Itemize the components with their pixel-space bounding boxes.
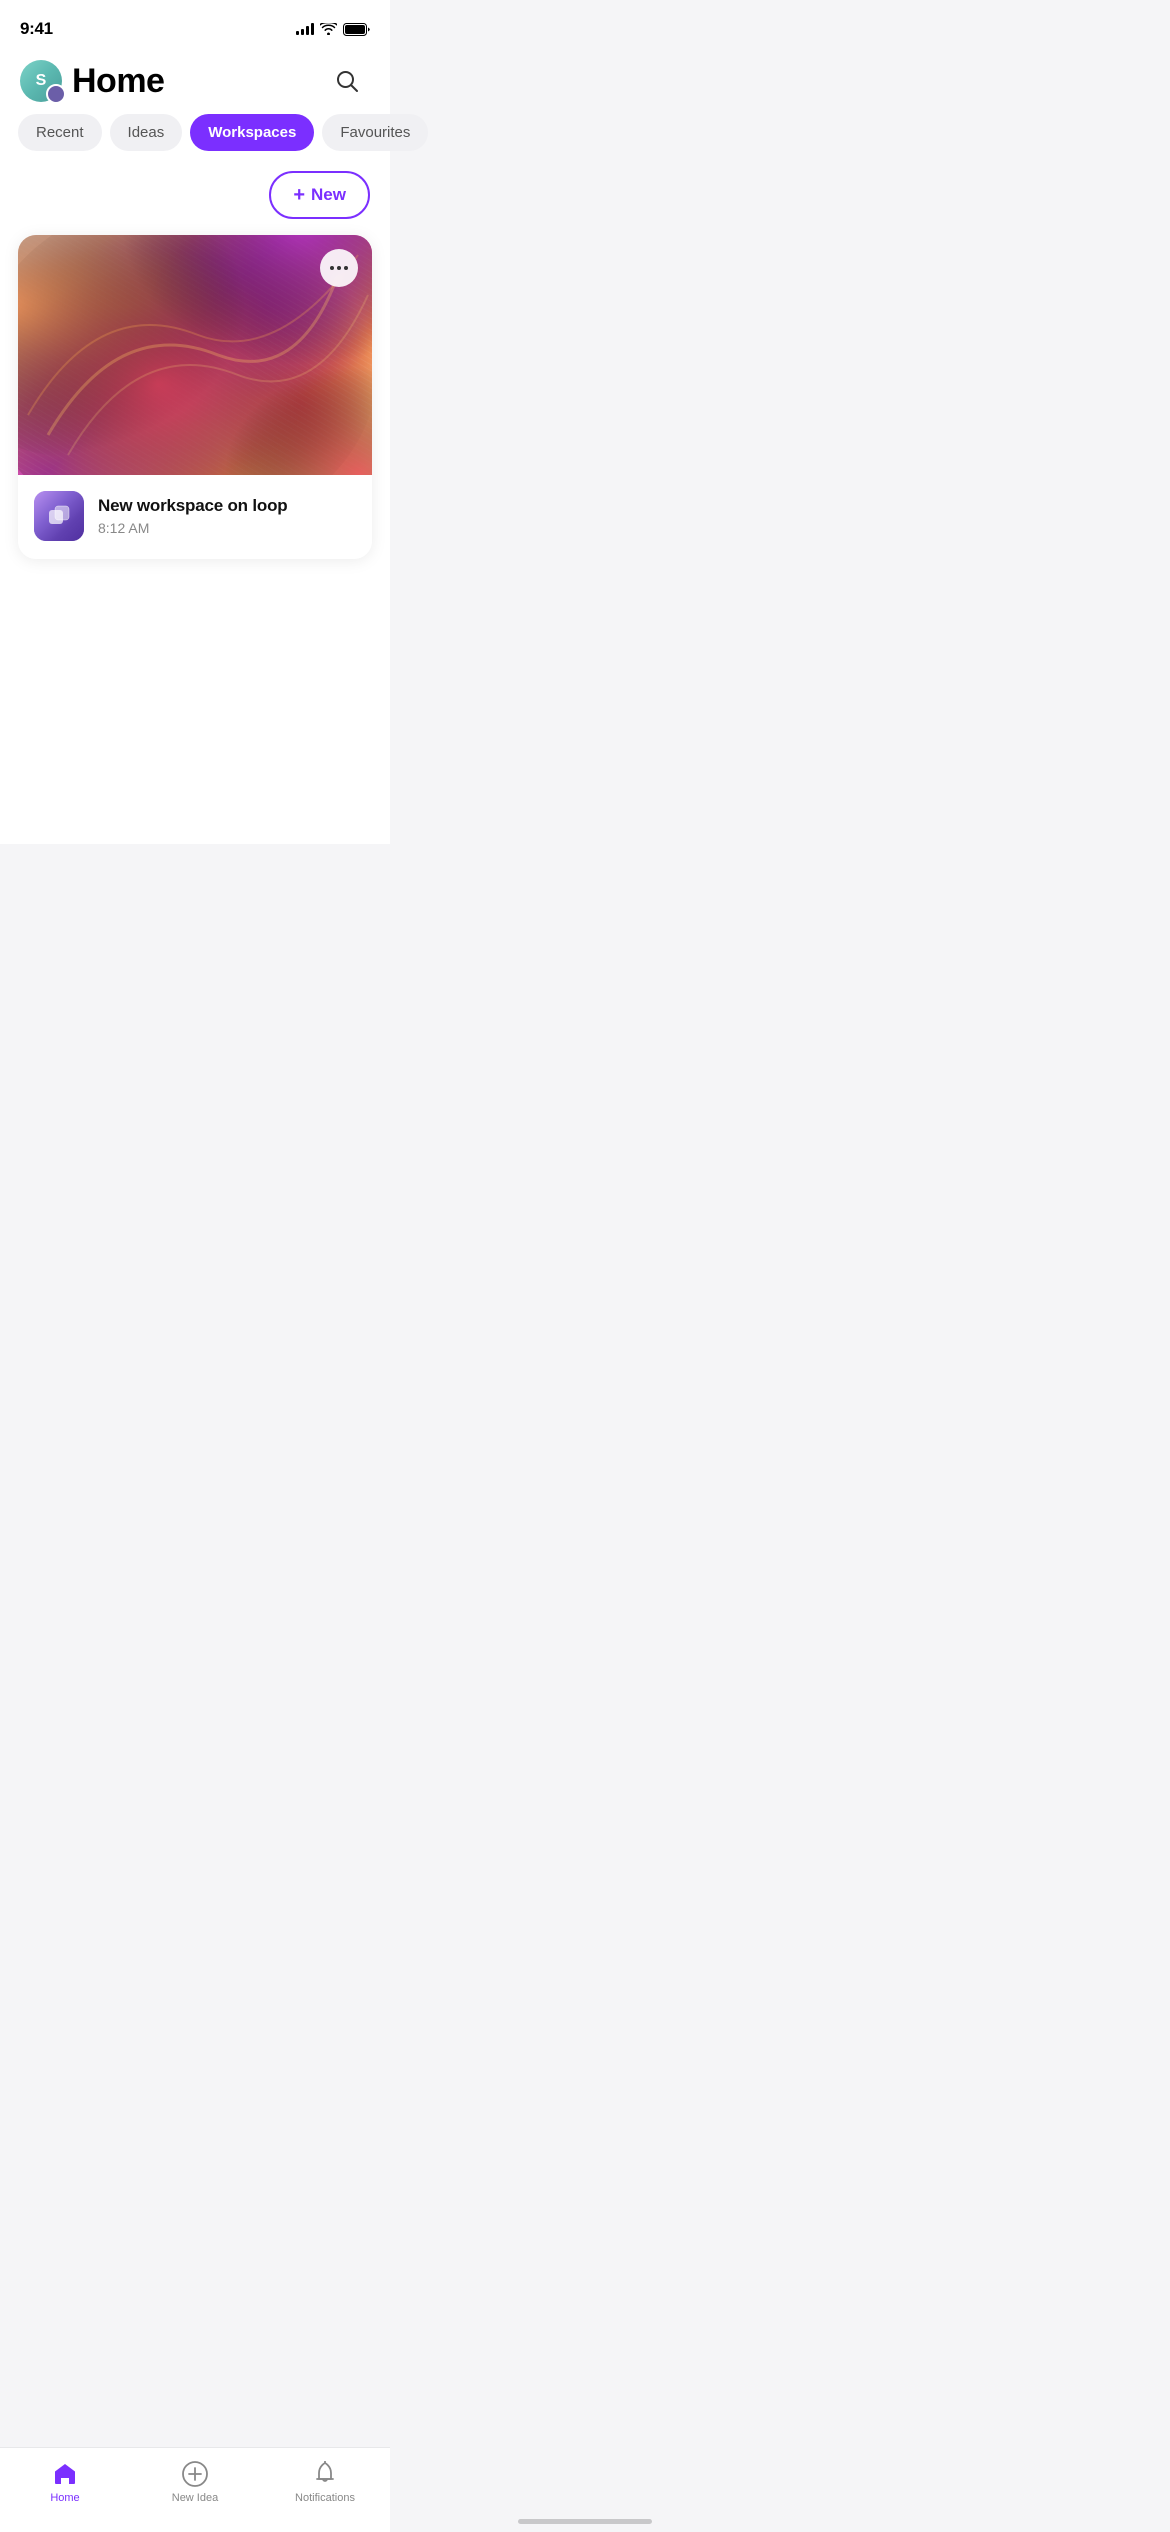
notifications-icon (311, 2460, 339, 2488)
new-workspace-button[interactable]: + New (269, 171, 370, 219)
status-bar: 9:41 (0, 0, 390, 44)
status-icons (296, 23, 370, 36)
home-indicator (518, 2519, 652, 2524)
nav-home-label: Home (50, 2492, 79, 2504)
tab-bar: Recent Ideas Workspaces Favourites (0, 114, 390, 151)
nav-notifications-label: Notifications (295, 2492, 355, 2504)
avatar-badge (46, 84, 66, 104)
header: S Home (0, 44, 390, 114)
nav-new-idea[interactable]: New Idea (155, 2460, 235, 2504)
header-left: S Home (20, 60, 164, 102)
workspace-icon (34, 491, 84, 541)
workspace-icon-symbol (45, 502, 73, 530)
nav-new-idea-label: New Idea (172, 2492, 218, 2504)
nav-home[interactable]: Home (25, 2460, 105, 2504)
home-icon (51, 2460, 79, 2488)
search-button[interactable] (328, 62, 366, 100)
avatar[interactable]: S (20, 60, 62, 102)
tab-workspaces[interactable]: Workspaces (190, 114, 314, 151)
card-image (18, 235, 372, 475)
card-info: New workspace on loop 8:12 AM (18, 475, 372, 559)
bottom-nav: Home New Idea Notifications (0, 2447, 390, 2532)
wifi-icon (320, 23, 337, 35)
workspace-card[interactable]: New workspace on loop 8:12 AM (18, 235, 372, 559)
nav-notifications[interactable]: Notifications (285, 2460, 365, 2504)
plus-icon: + (293, 185, 305, 205)
status-time: 9:41 (20, 19, 53, 39)
tab-ideas[interactable]: Ideas (110, 114, 183, 151)
card-text: New workspace on loop 8:12 AM (98, 496, 356, 536)
card-time: 8:12 AM (98, 520, 356, 536)
battery-icon (343, 23, 370, 36)
page-title: Home (72, 62, 164, 101)
tab-favourites[interactable]: Favourites (322, 114, 428, 151)
card-title: New workspace on loop (98, 496, 356, 516)
new-idea-icon (181, 2460, 209, 2488)
new-button-row: + New (0, 171, 390, 219)
signal-bars-icon (296, 23, 314, 35)
main-content: + New (0, 171, 390, 844)
swirl-svg (18, 235, 372, 475)
search-icon (335, 69, 359, 93)
card-menu-button[interactable] (320, 249, 358, 287)
tab-recent[interactable]: Recent (18, 114, 102, 151)
screen: 9:41 (0, 0, 390, 844)
three-dots-icon (330, 266, 348, 270)
